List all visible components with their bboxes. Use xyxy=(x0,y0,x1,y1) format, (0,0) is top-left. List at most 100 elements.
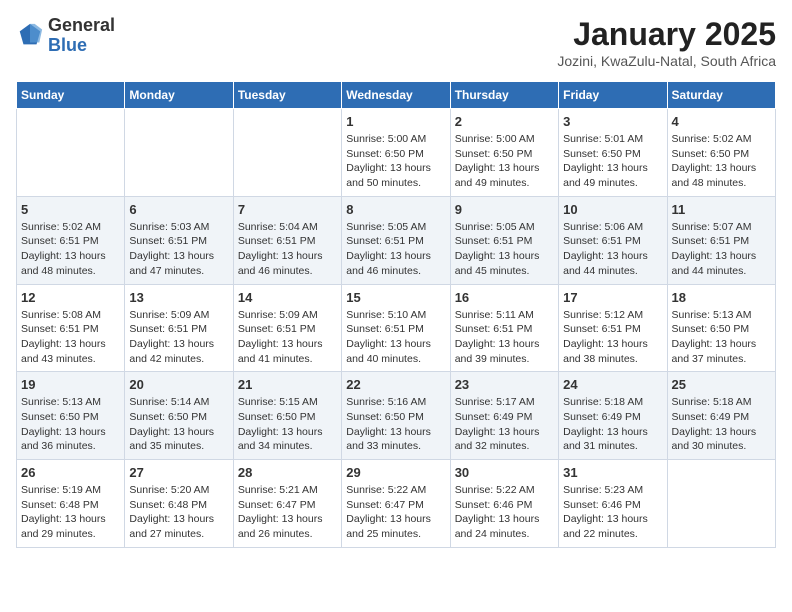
day-number: 1 xyxy=(346,114,445,129)
day-info: Sunrise: 5:22 AM Sunset: 6:46 PM Dayligh… xyxy=(455,483,554,542)
calendar-cell: 6 Sunrise: 5:03 AM Sunset: 6:51 PM Daylig… xyxy=(125,196,233,284)
day-info: Sunrise: 5:09 AM Sunset: 6:51 PM Dayligh… xyxy=(129,308,228,367)
calendar-cell: 8Sunrise: 5:05 AM Sunset: 6:51 PM Daylig… xyxy=(342,196,450,284)
day-number: 15 xyxy=(346,290,445,305)
calendar-cell xyxy=(17,109,125,197)
calendar-cell: 22 Sunrise: 5:16 AM Sunset: 6:50 PM Dayli… xyxy=(342,372,450,460)
day-info: Sunrise: 5:06 AM Sunset: 6:51 PM Dayligh… xyxy=(563,220,662,279)
calendar-cell: 13 Sunrise: 5:09 AM Sunset: 6:51 PM Dayli… xyxy=(125,284,233,372)
day-number: 5 xyxy=(21,202,120,217)
logo-general-text: General xyxy=(48,15,115,35)
day-info: Sunrise: 5:07 AM Sunset: 6:51 PM Dayligh… xyxy=(672,220,771,279)
calendar-cell: 10 Sunrise: 5:06 AM Sunset: 6:51 PM Dayli… xyxy=(559,196,667,284)
weekday-header-row: SundayMondayTuesdayWednesdayThursdayFrid… xyxy=(17,82,776,109)
logo: General Blue xyxy=(16,16,115,56)
weekday-header-wednesday: Wednesday xyxy=(342,82,450,109)
calendar-cell: 1 Sunrise: 5:00 AM Sunset: 6:50 PM Daylig… xyxy=(342,109,450,197)
calendar-cell: 15Sunrise: 5:10 AM Sunset: 6:51 PM Dayli… xyxy=(342,284,450,372)
day-number: 22 xyxy=(346,377,445,392)
day-number: 13 xyxy=(129,290,228,305)
day-info: Sunrise: 5:00 AM Sunset: 6:50 PM Dayligh… xyxy=(346,132,445,191)
calendar-cell: 12 Sunrise: 5:08 AM Sunset: 6:51 PM Dayli… xyxy=(17,284,125,372)
day-info: Sunrise: 5:18 AM Sunset: 6:49 PM Dayligh… xyxy=(672,395,771,454)
calendar-cell: 19 Sunrise: 5:13 AM Sunset: 6:50 PM Dayli… xyxy=(17,372,125,460)
calendar-cell: 18Sunrise: 5:13 AM Sunset: 6:50 PM Dayli… xyxy=(667,284,775,372)
day-number: 2 xyxy=(455,114,554,129)
day-number: 6 xyxy=(129,202,228,217)
calendar-cell: 28Sunrise: 5:21 AM Sunset: 6:47 PM Dayli… xyxy=(233,460,341,548)
weekday-header-thursday: Thursday xyxy=(450,82,558,109)
day-info: Sunrise: 5:05 AM Sunset: 6:51 PM Dayligh… xyxy=(346,220,445,279)
calendar-cell: 27Sunrise: 5:20 AM Sunset: 6:48 PM Dayli… xyxy=(125,460,233,548)
calendar-cell: 26 Sunrise: 5:19 AM Sunset: 6:48 PM Dayli… xyxy=(17,460,125,548)
calendar-cell: 16Sunrise: 5:11 AM Sunset: 6:51 PM Dayli… xyxy=(450,284,558,372)
day-number: 7 xyxy=(238,202,337,217)
day-number: 28 xyxy=(238,465,337,480)
calendar-cell: 9Sunrise: 5:05 AM Sunset: 6:51 PM Daylig… xyxy=(450,196,558,284)
week-row-3: 12 Sunrise: 5:08 AM Sunset: 6:51 PM Dayli… xyxy=(17,284,776,372)
calendar-cell: 11 Sunrise: 5:07 AM Sunset: 6:51 PM Dayli… xyxy=(667,196,775,284)
calendar-cell: 3Sunrise: 5:01 AM Sunset: 6:50 PM Daylig… xyxy=(559,109,667,197)
day-number: 30 xyxy=(455,465,554,480)
day-info: Sunrise: 5:02 AM Sunset: 6:51 PM Dayligh… xyxy=(21,220,120,279)
weekday-header-monday: Monday xyxy=(125,82,233,109)
day-number: 3 xyxy=(563,114,662,129)
calendar-cell: 4 Sunrise: 5:02 AM Sunset: 6:50 PM Daylig… xyxy=(667,109,775,197)
title-block: January 2025 Jozini, KwaZulu-Natal, Sout… xyxy=(557,16,776,69)
day-info: Sunrise: 5:04 AM Sunset: 6:51 PM Dayligh… xyxy=(238,220,337,279)
logo-icon xyxy=(16,22,44,50)
day-info: Sunrise: 5:15 AM Sunset: 6:50 PM Dayligh… xyxy=(238,395,337,454)
calendar-cell xyxy=(667,460,775,548)
day-info: Sunrise: 5:12 AM Sunset: 6:51 PM Dayligh… xyxy=(563,308,662,367)
day-number: 29 xyxy=(346,465,445,480)
day-number: 16 xyxy=(455,290,554,305)
calendar-cell: 20Sunrise: 5:14 AM Sunset: 6:50 PM Dayli… xyxy=(125,372,233,460)
day-number: 14 xyxy=(238,290,337,305)
calendar-cell: 30 Sunrise: 5:22 AM Sunset: 6:46 PM Dayli… xyxy=(450,460,558,548)
day-number: 25 xyxy=(672,377,771,392)
weekday-header-saturday: Saturday xyxy=(667,82,775,109)
week-row-2: 5 Sunrise: 5:02 AM Sunset: 6:51 PM Daylig… xyxy=(17,196,776,284)
calendar-cell: 21 Sunrise: 5:15 AM Sunset: 6:50 PM Dayli… xyxy=(233,372,341,460)
day-info: Sunrise: 5:03 AM Sunset: 6:51 PM Dayligh… xyxy=(129,220,228,279)
day-number: 12 xyxy=(21,290,120,305)
calendar-cell xyxy=(125,109,233,197)
weekday-header-friday: Friday xyxy=(559,82,667,109)
day-number: 23 xyxy=(455,377,554,392)
day-number: 24 xyxy=(563,377,662,392)
day-info: Sunrise: 5:08 AM Sunset: 6:51 PM Dayligh… xyxy=(21,308,120,367)
calendar-cell: 14Sunrise: 5:09 AM Sunset: 6:51 PM Dayli… xyxy=(233,284,341,372)
day-info: Sunrise: 5:13 AM Sunset: 6:50 PM Dayligh… xyxy=(672,308,771,367)
calendar-cell: 29 Sunrise: 5:22 AM Sunset: 6:47 PM Dayli… xyxy=(342,460,450,548)
page-header: General Blue January 2025 Jozini, KwaZul… xyxy=(16,16,776,69)
calendar-cell: 2 Sunrise: 5:00 AM Sunset: 6:50 PM Daylig… xyxy=(450,109,558,197)
calendar-cell: 24Sunrise: 5:18 AM Sunset: 6:49 PM Dayli… xyxy=(559,372,667,460)
day-number: 4 xyxy=(672,114,771,129)
weekday-header-sunday: Sunday xyxy=(17,82,125,109)
day-info: Sunrise: 5:00 AM Sunset: 6:50 PM Dayligh… xyxy=(455,132,554,191)
day-number: 11 xyxy=(672,202,771,217)
day-info: Sunrise: 5:16 AM Sunset: 6:50 PM Dayligh… xyxy=(346,395,445,454)
day-info: Sunrise: 5:05 AM Sunset: 6:51 PM Dayligh… xyxy=(455,220,554,279)
location-text: Jozini, KwaZulu-Natal, South Africa xyxy=(557,53,776,69)
day-info: Sunrise: 5:02 AM Sunset: 6:50 PM Dayligh… xyxy=(672,132,771,191)
calendar-cell: 25 Sunrise: 5:18 AM Sunset: 6:49 PM Dayli… xyxy=(667,372,775,460)
day-info: Sunrise: 5:22 AM Sunset: 6:47 PM Dayligh… xyxy=(346,483,445,542)
day-number: 20 xyxy=(129,377,228,392)
weekday-header-tuesday: Tuesday xyxy=(233,82,341,109)
calendar-cell: 23Sunrise: 5:17 AM Sunset: 6:49 PM Dayli… xyxy=(450,372,558,460)
day-info: Sunrise: 5:19 AM Sunset: 6:48 PM Dayligh… xyxy=(21,483,120,542)
day-number: 10 xyxy=(563,202,662,217)
week-row-4: 19 Sunrise: 5:13 AM Sunset: 6:50 PM Dayli… xyxy=(17,372,776,460)
day-number: 21 xyxy=(238,377,337,392)
calendar-cell: 7 Sunrise: 5:04 AM Sunset: 6:51 PM Daylig… xyxy=(233,196,341,284)
calendar-cell: 31Sunrise: 5:23 AM Sunset: 6:46 PM Dayli… xyxy=(559,460,667,548)
day-number: 19 xyxy=(21,377,120,392)
calendar-cell: 5 Sunrise: 5:02 AM Sunset: 6:51 PM Daylig… xyxy=(17,196,125,284)
day-number: 26 xyxy=(21,465,120,480)
day-number: 17 xyxy=(563,290,662,305)
calendar-cell: 17 Sunrise: 5:12 AM Sunset: 6:51 PM Dayli… xyxy=(559,284,667,372)
day-number: 27 xyxy=(129,465,228,480)
day-info: Sunrise: 5:13 AM Sunset: 6:50 PM Dayligh… xyxy=(21,395,120,454)
calendar-table: SundayMondayTuesdayWednesdayThursdayFrid… xyxy=(16,81,776,548)
